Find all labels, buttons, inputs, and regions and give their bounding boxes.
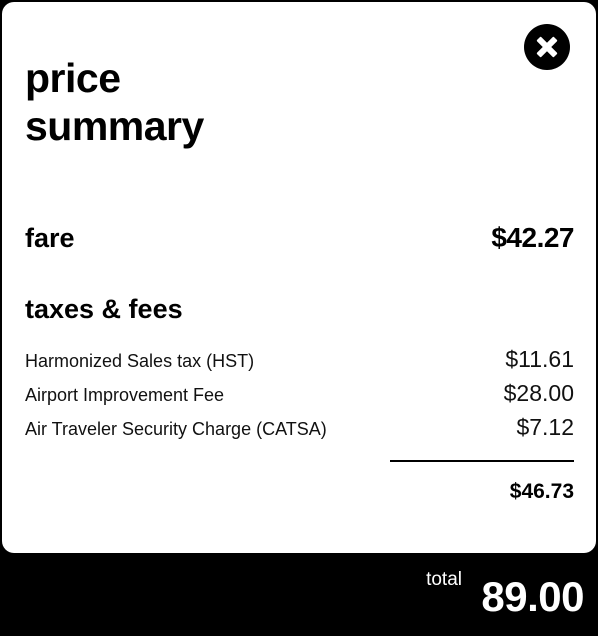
- fee-row-airport-improvement: Airport Improvement Fee $28.00: [25, 380, 574, 414]
- fee-amount: $7.12: [516, 414, 574, 440]
- total-value: 89.00: [481, 573, 584, 620]
- fee-label: Airport Improvement Fee: [25, 385, 225, 405]
- taxes-fees-list: Harmonized Sales tax (HST) $11.61 Airpor…: [25, 346, 574, 448]
- total-footer: total 89.00: [0, 555, 598, 636]
- title-line-1: price: [25, 55, 121, 101]
- price-summary-card: price summary fare $42.27 taxes & fees H…: [2, 2, 596, 553]
- close-icon[interactable]: [524, 24, 570, 70]
- fee-amount: $28.00: [503, 380, 574, 406]
- fee-row-hst: Harmonized Sales tax (HST) $11.61: [25, 346, 574, 380]
- subtotal-divider: [390, 460, 574, 462]
- taxes-fees-subtotal: $46.73: [509, 480, 574, 503]
- fee-label: Harmonized Sales tax (HST): [25, 351, 255, 371]
- fee-label: Air Traveler Security Charge (CATSA): [25, 419, 327, 439]
- price-summary-modal: price summary fare $42.27 taxes & fees H…: [0, 0, 598, 636]
- fee-amount: $11.61: [505, 346, 574, 372]
- fare-label: fare: [25, 223, 75, 253]
- fare-row: fare $42.27: [25, 222, 574, 254]
- total-label: total: [426, 569, 462, 590]
- taxes-fees-title: taxes & fees: [25, 294, 183, 324]
- fare-amount: $42.27: [491, 222, 574, 253]
- title-line-2: summary: [25, 103, 204, 149]
- fee-row-catsa: Air Traveler Security Charge (CATSA) $7.…: [25, 414, 574, 448]
- page-title: price summary: [25, 54, 325, 150]
